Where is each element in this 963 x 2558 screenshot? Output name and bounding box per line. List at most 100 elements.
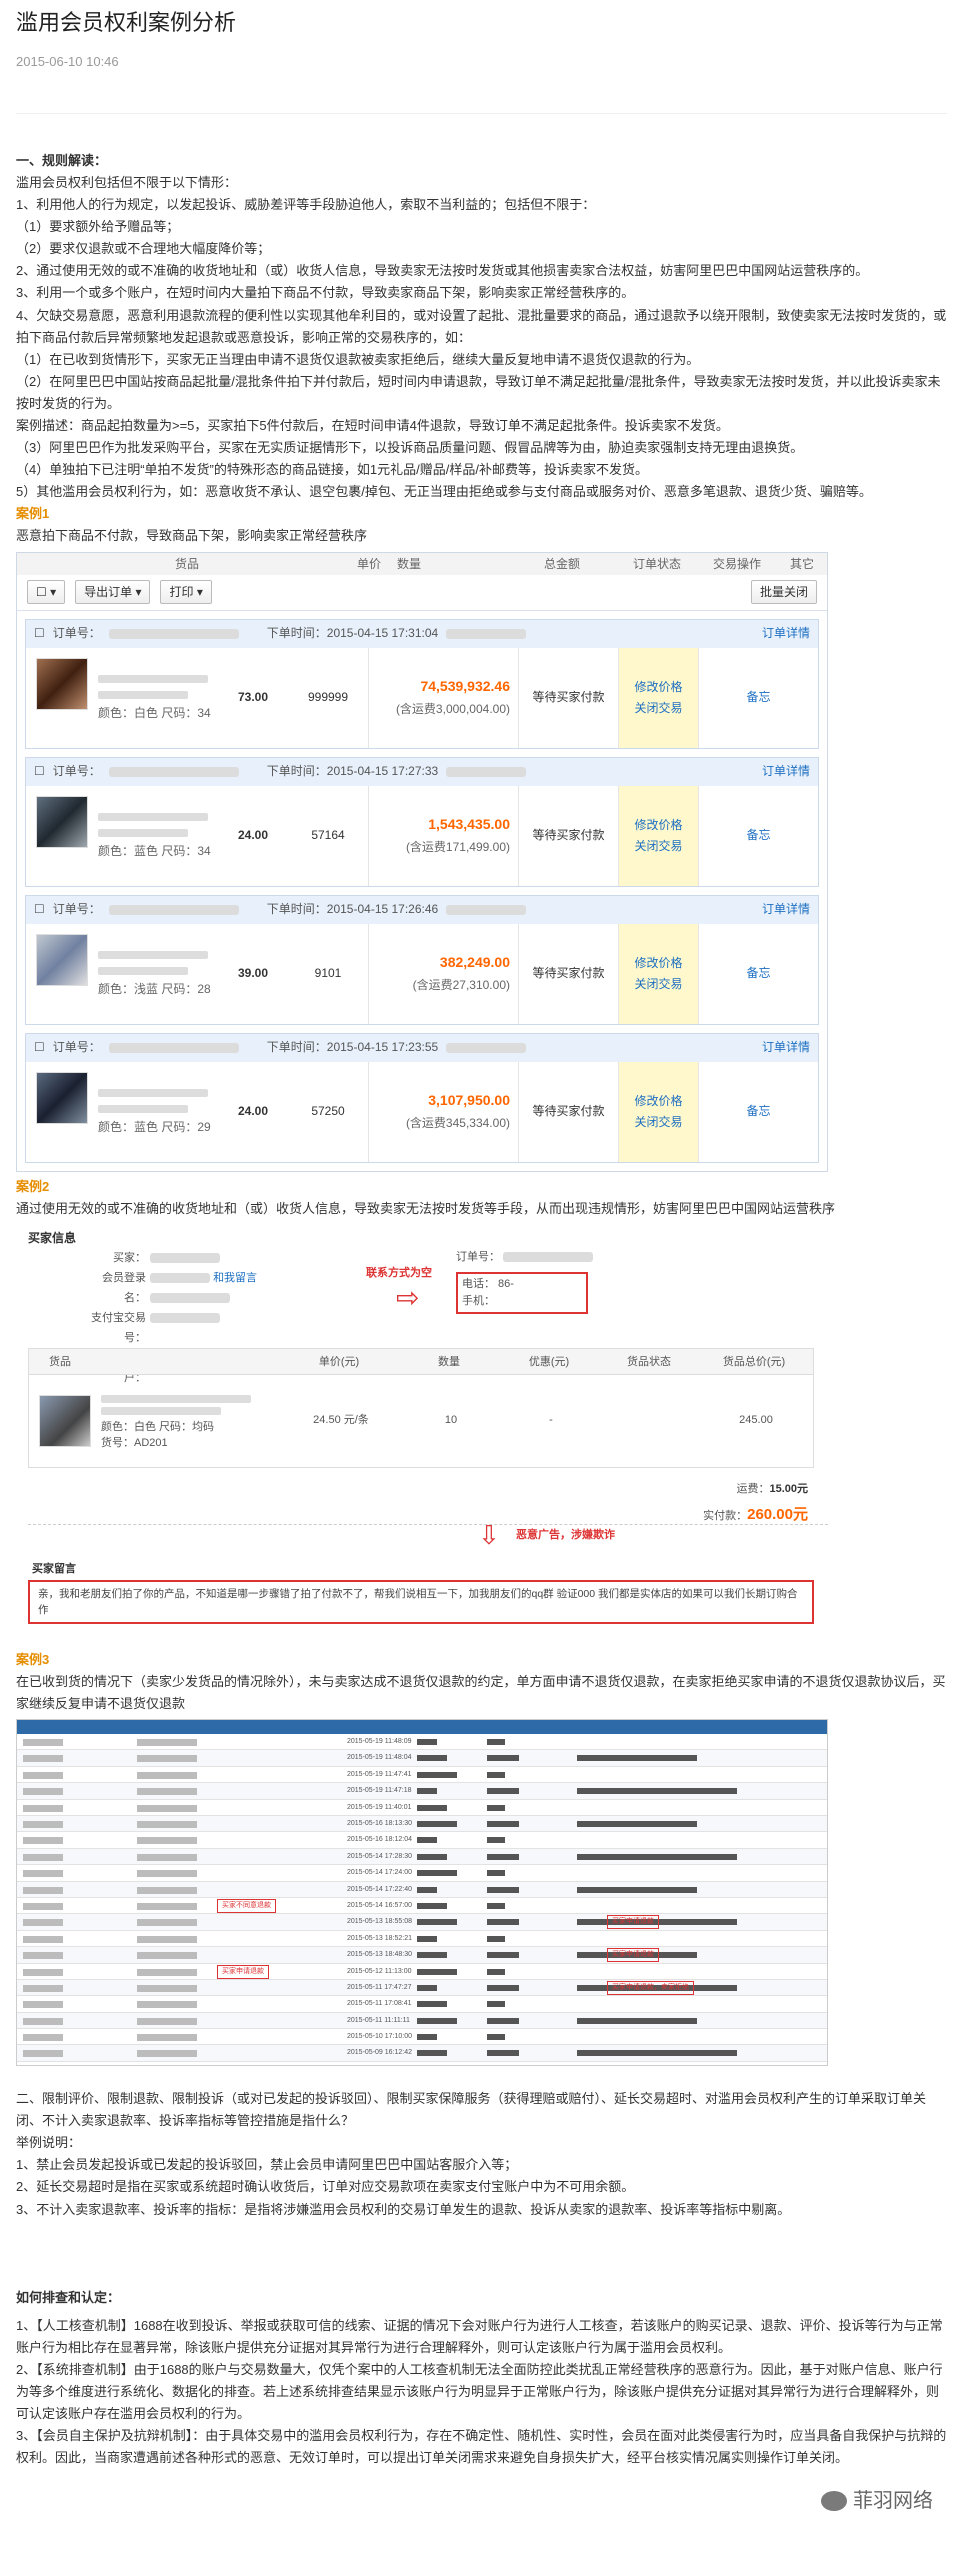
blurred-text — [577, 1755, 697, 1762]
phone-label: 电话： 86- — [462, 1277, 514, 1290]
record-time: 2015-05-13 18:48:30 — [347, 1951, 412, 1959]
paragraph: 1、【人工核查机制】1688在收到投诉、举报或获取可信的线索、证据的情况下会对账… — [16, 2317, 943, 2355]
record-row: 2015-05-13 18:55:08 买家申请退款 — [17, 1914, 827, 1931]
memo-link[interactable]: 备忘 — [746, 687, 770, 707]
blurred-text — [23, 1984, 63, 1992]
order-checkbox[interactable]: ☐ — [34, 761, 45, 781]
product-attr: 颜色：浅蓝 尺码：28 — [98, 982, 211, 997]
blurred-text — [487, 1837, 505, 1844]
order-time: 下单时间：2015-04-15 17:26:46 — [266, 902, 439, 917]
modify-price-link[interactable]: 修改价格 — [634, 953, 682, 973]
print-button[interactable]: 打印 ▾ — [160, 580, 212, 605]
close-trade-link[interactable]: 关闭交易 — [634, 1112, 682, 1132]
record-row: 2015-05-11 11:11:11 — [17, 2012, 827, 2030]
blurred-text — [137, 2050, 197, 2058]
paragraph: （1）在已收到货情形下，买家无正当理由申请不退货仅退款被卖家拒绝后，继续大量反复… — [16, 351, 700, 367]
annotation-fraud: 恶意广告，涉嫌欺诈 — [516, 1528, 615, 1541]
order-detail-link[interactable]: 订单详情 — [762, 761, 810, 781]
paragraph: 3、【会员自主保护及抗辩机制】：由于具体交易中的滥用会员权利行为，存在不确定性、… — [16, 2428, 947, 2466]
shipping-fee: (含运费3,000,004.00) — [395, 702, 510, 717]
order-no-label: 订单号： — [52, 1040, 101, 1055]
order-detail-link[interactable]: 订单详情 — [762, 899, 810, 919]
blurred-text — [23, 1968, 63, 1976]
col-discount: 优惠(元) — [528, 1355, 570, 1368]
order-checkbox[interactable]: ☐ — [34, 623, 45, 643]
record-row: 2015-05-19 11:47:18 — [17, 1783, 827, 1800]
record-time: 2015-05-11 11:11:11 — [347, 2016, 410, 2024]
modify-price-link[interactable]: 修改价格 — [634, 1091, 682, 1111]
record-time: 2015-05-14 16:57:00 — [347, 1901, 412, 1909]
record-time: 2015-05-14 17:28:30 — [347, 1852, 412, 1860]
blurred-text — [137, 2001, 197, 2009]
blurred-text — [487, 1755, 519, 1762]
blurred-text — [137, 1984, 197, 1992]
col-other: 其它 — [789, 556, 814, 571]
order-table-header: 货品 单价 数量 总金额 订单状态 交易操作 其它 — [17, 552, 827, 575]
goods-table: 货品 单价(元) 数量 优惠(元) 货品状态 货品总价(元) 颜色：白色 尺码：… — [28, 1347, 814, 1468]
blurred-text — [417, 1771, 457, 1778]
memo-link[interactable]: 备忘 — [746, 825, 770, 845]
blurred-text — [98, 691, 188, 700]
shipping-fee: (含运费27,310.00) — [412, 978, 510, 993]
section-investigation: 如何排查和认定： 1、【人工核查机制】1688在收到投诉、举报或获取可信的线索、… — [16, 2287, 947, 2470]
blurred-text — [417, 2034, 437, 2041]
blurred-text — [487, 1968, 505, 1975]
paragraph: 1、利用他人的行为规定，以发起投诉、威胁差评等手段胁迫他人，索取不当利益的；包括… — [16, 197, 596, 213]
batch-close-button[interactable]: 批量关闭 — [750, 580, 817, 605]
blurred-text — [417, 1886, 437, 1893]
close-trade-link[interactable]: 关闭交易 — [634, 836, 682, 856]
blurred-text — [487, 2001, 505, 2008]
blurred-text — [137, 1853, 197, 1861]
memo-link[interactable]: 备忘 — [746, 1101, 770, 1121]
blurred-text — [23, 2001, 63, 2009]
record-row: 2015-05-19 11:40:01 — [17, 1800, 827, 1816]
record-time: 2015-05-16 18:12:04 — [347, 1836, 412, 1844]
blurred-text — [417, 1755, 447, 1762]
close-trade-link[interactable]: 关闭交易 — [634, 698, 682, 718]
product-thumbnail — [36, 657, 88, 710]
order-header: ☐ 订单号： 下单时间：2015-04-15 17:23:55 订单详情 — [26, 1033, 818, 1062]
modify-price-link[interactable]: 修改价格 — [634, 677, 682, 697]
record-time: 2015-05-14 17:22:40 — [347, 1885, 412, 1893]
product-attr: 颜色：蓝色 尺码：34 — [98, 844, 211, 859]
order-no-label: 订单号： — [52, 902, 101, 917]
paragraph: （2）在阿里巴巴中国站按商品起批量/混批条件拍下并付款后，短时间内申请退款，导致… — [16, 373, 941, 411]
order-no-label: 订单号： — [52, 764, 101, 779]
order-detail-link[interactable]: 订单详情 — [762, 1037, 810, 1057]
member-label: 会员登录名： — [102, 1271, 146, 1304]
blurred-text — [487, 1919, 519, 1926]
blurred-text — [446, 904, 527, 915]
blurred-text — [577, 1788, 737, 1795]
close-trade-link[interactable]: 关闭交易 — [634, 974, 682, 994]
blurred-text — [417, 1739, 437, 1746]
export-button[interactable]: 导出订单 ▾ — [75, 580, 151, 605]
total-amount: 382,249.00 — [439, 954, 510, 971]
record-row: 2015-05-09 16:12:42 — [17, 2045, 827, 2062]
product-attr: 颜色：白色 尺码：均码 — [101, 1420, 215, 1433]
article-page: 滥用会员权利案例分析 2015-06-10 10:46 一、规则解读： 滥用会员… — [0, 0, 963, 2558]
message-link[interactable]: 和我留言 — [213, 1272, 257, 1284]
memo-link[interactable]: 备忘 — [746, 963, 770, 983]
order-time: 下单时间：2015-04-15 17:23:55 — [266, 1040, 439, 1055]
order-checkbox[interactable]: ☐ — [34, 1037, 45, 1057]
shipping-fee: (含运费345,334.00) — [405, 1116, 510, 1131]
blurred-text — [150, 1312, 220, 1323]
blurred-text — [23, 1739, 63, 1747]
unit-price: 73.00 — [237, 690, 269, 705]
record-row: 2015-05-16 18:13:30 — [17, 1816, 827, 1833]
order-detail-link[interactable]: 订单详情 — [762, 623, 810, 643]
record-row: 2015-05-14 17:22:40 — [17, 1881, 827, 1898]
order-checkbox[interactable]: ☐ — [34, 899, 45, 919]
record-row: 2015-05-11 17:08:41 — [17, 1996, 827, 2013]
order-toolbar: ☐ ▾ 导出订单 ▾ 打印 ▾ 批量关闭 — [17, 575, 827, 611]
blurred-text — [446, 1042, 527, 1053]
total-amount: 3,107,950.00 — [428, 1092, 510, 1109]
record-time: 2015-05-13 18:55:08 — [347, 1918, 412, 1926]
blurred-text — [150, 1252, 220, 1263]
blurred-text — [23, 1935, 63, 1943]
paid-label: 实付款： — [703, 1509, 748, 1522]
modify-price-link[interactable]: 修改价格 — [634, 815, 682, 835]
select-all-dropdown[interactable]: ☐ ▾ — [27, 580, 66, 605]
quantity: 57164 — [311, 828, 345, 843]
blurred-text — [487, 1935, 505, 1942]
